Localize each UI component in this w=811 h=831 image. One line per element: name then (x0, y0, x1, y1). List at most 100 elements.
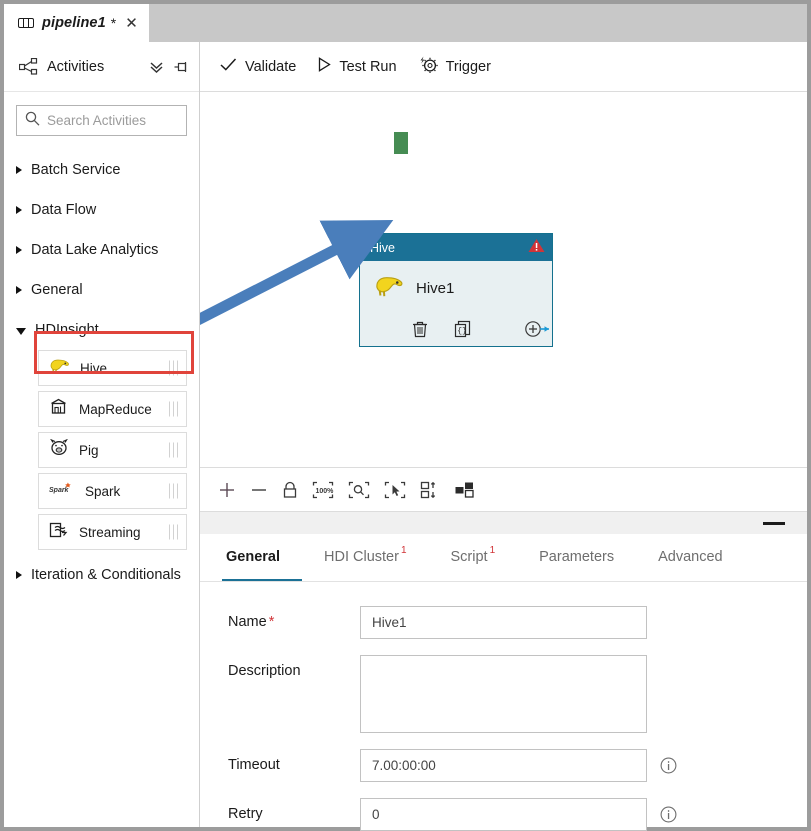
chevron-down-icon (16, 327, 26, 335)
drag-handle[interactable] (168, 483, 178, 499)
canvas-toolbar: 100% (200, 467, 807, 512)
chevron-right-icon (16, 206, 22, 214)
tab-parameters[interactable]: Parameters (517, 534, 636, 581)
tab-general[interactable]: General (222, 534, 302, 581)
drag-handle[interactable] (168, 442, 178, 458)
trigger-gear-icon (419, 56, 438, 78)
streaming-icon (49, 521, 69, 544)
tab-parameters-label: Parameters (539, 548, 615, 565)
tab-script[interactable]: Script 1 (429, 534, 518, 581)
selection-cursor-icon[interactable] (384, 481, 406, 499)
test-run-button[interactable]: Test Run (318, 56, 397, 77)
tree-group-iteration-conditionals[interactable]: Iteration & Conditionals (4, 555, 199, 595)
chevron-right-icon (16, 246, 22, 254)
description-textarea[interactable] (360, 655, 647, 733)
tab-script-label: Script (450, 548, 488, 565)
tab-pipeline1[interactable]: pipeline1 * ✕ (4, 4, 149, 42)
svg-text:Spark: Spark (49, 487, 70, 494)
name-input[interactable] (360, 606, 647, 639)
tree-group-label: HDInsight (35, 322, 99, 338)
search-icon (25, 111, 40, 131)
tree-group-general[interactable]: General (4, 270, 199, 310)
tab-hdi-cluster-badge: 1 (400, 545, 407, 556)
activity-item-streaming[interactable]: Streaming (38, 514, 187, 550)
activity-item-spark[interactable]: Spark Spark (38, 473, 187, 509)
activity-item-pig[interactable]: Pig (38, 432, 187, 468)
activity-item-mapreduce[interactable]: MapReduce (38, 391, 187, 427)
drag-handle[interactable] (168, 524, 178, 540)
field-row-description: Description (228, 655, 807, 733)
chevron-right-icon (16, 166, 22, 174)
zoom-fit-icon[interactable] (348, 481, 370, 499)
tab-hdi-cluster-label: HDI Cluster (324, 548, 399, 565)
command-bar: Validate Test Run Trigger (200, 42, 807, 92)
zoom-out-icon[interactable] (250, 481, 268, 499)
activities-network-icon (19, 58, 38, 75)
double-chevron-down-icon[interactable] (148, 59, 165, 75)
description-label-wrap: Description (228, 655, 360, 679)
activities-tree: Batch Service Data Flow Data Lake Analyt… (4, 150, 199, 595)
mapreduce-icon (49, 398, 69, 420)
minimize-dash-icon[interactable] (763, 521, 785, 525)
tab-advanced[interactable]: Advanced (636, 534, 745, 581)
trash-icon[interactable] (412, 320, 428, 338)
timeout-input[interactable] (360, 749, 647, 782)
drag-handle[interactable] (168, 360, 178, 376)
close-icon[interactable]: ✕ (125, 16, 138, 31)
retry-input[interactable] (360, 798, 647, 831)
info-icon[interactable] (660, 806, 677, 823)
svg-text:{}: {} (457, 327, 467, 336)
tree-group-batch-service[interactable]: Batch Service (4, 150, 199, 190)
tree-group-label: General (31, 282, 83, 298)
pipeline-editor-window: pipeline1 * ✕ Activities Search Activiti… (0, 0, 811, 831)
info-icon[interactable] (660, 757, 677, 774)
auto-layout-icon[interactable] (454, 481, 476, 499)
activity-item-label: Pig (79, 442, 99, 458)
chevron-right-icon (16, 286, 22, 294)
plus-arrow-icon[interactable] (524, 320, 552, 338)
tree-group-data-lake-analytics[interactable]: Data Lake Analytics (4, 230, 199, 270)
general-form: Name* Description Timeout (200, 582, 807, 831)
tab-hdi-cluster[interactable]: HDI Cluster 1 (302, 534, 429, 581)
tab-bar: pipeline1 * ✕ (4, 4, 807, 42)
tree-group-hdinsight[interactable]: HDInsight (4, 310, 199, 350)
tree-group-label: Data Flow (31, 202, 97, 218)
search-activities-box[interactable] (16, 105, 199, 136)
drag-handle[interactable] (168, 401, 178, 417)
hive-elephant-icon (49, 357, 70, 379)
required-asterisk: * (268, 614, 275, 630)
zoom-in-icon[interactable] (218, 481, 236, 499)
chevron-right-icon (16, 571, 22, 579)
activity-node-hive1[interactable]: Hive Hive1 {} (359, 233, 553, 347)
node-main: Hive1 (360, 261, 552, 303)
trigger-label: Trigger (445, 58, 491, 75)
warning-triangle-icon[interactable] (528, 238, 545, 258)
name-label: Name (228, 614, 267, 630)
tab-dirty-marker: * (110, 15, 117, 31)
description-label: Description (228, 663, 301, 679)
lock-icon[interactable] (282, 481, 298, 499)
editor-area: Validate Test Run Trigger Hive Hive1 {} … (200, 42, 807, 831)
search-input[interactable] (47, 113, 199, 128)
auto-align-icon[interactable] (420, 481, 440, 499)
tree-group-label: Data Lake Analytics (31, 242, 159, 258)
name-label-wrap: Name * (228, 606, 360, 630)
tree-group-label: Batch Service (31, 162, 121, 178)
tree-group-data-flow[interactable]: Data Flow (4, 190, 199, 230)
node-type-label: Hive (370, 240, 396, 255)
tab-title: pipeline1 (42, 15, 106, 31)
node-output-handle[interactable] (394, 132, 408, 154)
zoom-100-icon[interactable]: 100% (312, 481, 334, 499)
code-braces-icon[interactable]: {} (454, 320, 472, 338)
field-row-timeout: Timeout (228, 749, 807, 782)
validate-button[interactable]: Validate (220, 57, 296, 77)
properties-tabs: General HDI Cluster 1 Script 1 Parameter… (200, 534, 807, 582)
timeout-label: Timeout (228, 757, 280, 773)
trigger-button[interactable]: Trigger (419, 56, 491, 78)
pig-icon (49, 438, 69, 461)
play-icon (318, 56, 332, 77)
activity-item-hive[interactable]: Hive (38, 350, 187, 386)
pipeline-canvas[interactable]: Hive Hive1 {} (200, 92, 807, 467)
activities-panel: Activities Search Activities Batch Servi… (4, 42, 200, 827)
pin-icon[interactable] (174, 60, 189, 74)
